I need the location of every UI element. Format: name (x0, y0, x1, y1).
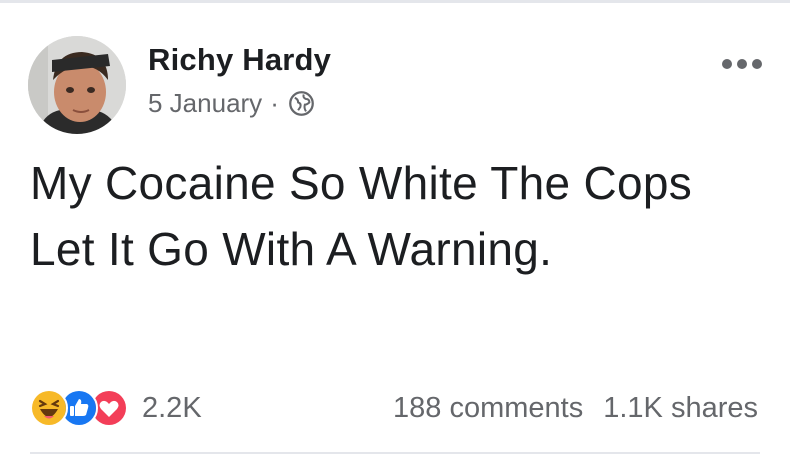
globe-icon (288, 91, 314, 116)
comments-count[interactable]: 188 comments (393, 392, 583, 425)
more-dot (737, 59, 747, 69)
haha-icon (30, 389, 68, 427)
avatar[interactable] (28, 36, 126, 134)
reactions-summary[interactable]: 2.2K (30, 389, 202, 427)
more-options-icon[interactable] (722, 56, 762, 72)
shares-count[interactable]: 1.1K shares (603, 392, 758, 425)
post-date[interactable]: 5 January (148, 88, 262, 119)
post-text: My Cocaine So White The Cops Let It Go W… (30, 157, 693, 275)
reaction-count: 2.2K (142, 391, 202, 424)
avatar-photo (28, 36, 126, 134)
author-name[interactable]: Richy Hardy (148, 42, 331, 78)
more-dot (722, 59, 732, 69)
bottom-divider (30, 452, 760, 454)
engagement-stats: 188 comments 1.1K shares (393, 389, 758, 427)
meta-separator: · (270, 88, 279, 118)
top-divider (0, 0, 790, 3)
more-dot (752, 59, 762, 69)
post-meta: 5 January · (148, 88, 315, 119)
